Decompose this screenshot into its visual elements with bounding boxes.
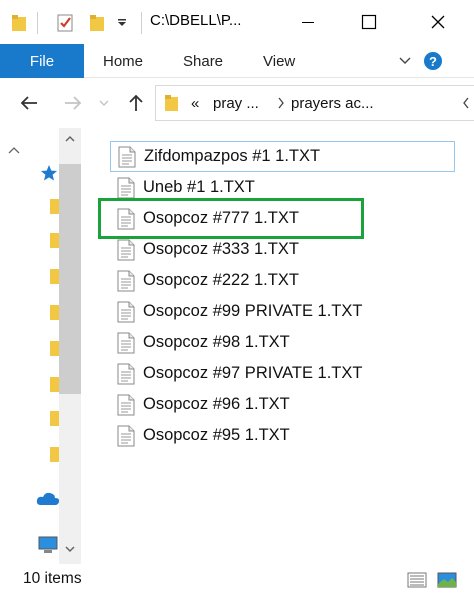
list-item[interactable]: Osopcoz #99 PRIVATE 1.TXT xyxy=(110,296,455,327)
list-item[interactable]: Uneb #1 1.TXT xyxy=(110,172,455,203)
scrollbar-thumb[interactable] xyxy=(59,164,81,394)
list-item[interactable]: Osopcoz #333 1.TXT xyxy=(110,234,455,265)
details-view-icon[interactable] xyxy=(406,570,428,590)
file-name: Osopcoz #98 1.TXT xyxy=(143,333,290,351)
up-arrow-icon[interactable] xyxy=(122,88,150,118)
folder-icon[interactable] xyxy=(50,268,59,289)
svg-text:?: ? xyxy=(429,54,437,69)
this-pc-icon[interactable] xyxy=(38,536,58,559)
text-file-icon xyxy=(117,239,135,260)
file-name: Osopcoz #222 1.TXT xyxy=(143,271,299,289)
text-file-icon xyxy=(117,394,135,415)
text-file-icon xyxy=(117,208,135,229)
title-bar: C:\DBELL\P... xyxy=(0,0,474,44)
chevron-up-icon[interactable] xyxy=(8,142,20,160)
scroll-down-arrow-icon[interactable] xyxy=(59,538,81,560)
maximize-button[interactable] xyxy=(345,0,393,44)
folder-icon[interactable] xyxy=(8,10,30,36)
navigation-pane-scrollbar[interactable] xyxy=(59,128,81,564)
window-title: C:\DBELL\P... xyxy=(150,12,242,29)
new-folder-icon[interactable] xyxy=(86,10,108,36)
list-item[interactable]: Zifdompazpos #1 1.TXT xyxy=(110,141,455,172)
item-count: 10 items xyxy=(23,570,82,587)
folder-icon xyxy=(164,94,180,117)
file-name: Uneb #1 1.TXT xyxy=(143,178,255,196)
navigation-pane xyxy=(0,128,82,564)
address-segment-pray[interactable]: pray ... xyxy=(213,95,259,112)
list-item[interactable]: Osopcoz #98 1.TXT xyxy=(110,327,455,358)
large-icons-view-icon[interactable] xyxy=(436,570,458,590)
folder-icon[interactable] xyxy=(50,304,59,325)
quick-access-star-icon[interactable] xyxy=(40,164,58,187)
text-file-icon xyxy=(117,332,135,353)
text-file-icon xyxy=(117,270,135,291)
text-file-icon xyxy=(117,425,135,446)
help-icon[interactable]: ? xyxy=(418,44,448,78)
expand-ribbon-chevron-icon[interactable] xyxy=(394,44,416,78)
text-file-icon xyxy=(117,301,135,322)
list-item[interactable]: Osopcoz #96 1.TXT xyxy=(110,389,455,420)
file-name: Osopcoz #777 1.TXT xyxy=(143,209,299,227)
file-name: Osopcoz #99 PRIVATE 1.TXT xyxy=(143,302,363,320)
minimize-button[interactable] xyxy=(284,0,332,44)
file-name: Osopcoz #96 1.TXT xyxy=(143,395,290,413)
tab-share[interactable]: Share xyxy=(183,44,223,78)
forward-arrow-icon[interactable] xyxy=(58,88,88,118)
folder-icon[interactable] xyxy=(50,198,59,219)
file-name: Osopcoz #95 1.TXT xyxy=(143,426,290,444)
status-bar: 10 items xyxy=(0,564,474,596)
ribbon: File Home Share View ? xyxy=(0,44,474,78)
text-file-icon xyxy=(117,363,135,384)
file-name: Osopcoz #333 1.TXT xyxy=(143,240,299,258)
separator xyxy=(37,12,38,34)
text-file-icon xyxy=(118,146,136,167)
folder-icon[interactable] xyxy=(50,446,59,467)
folder-icon[interactable] xyxy=(50,232,59,253)
separator xyxy=(141,12,142,34)
tab-home[interactable]: Home xyxy=(103,44,143,78)
list-item[interactable]: Osopcoz #97 PRIVATE 1.TXT xyxy=(110,358,455,389)
customize-toolbar-chevron-icon[interactable] xyxy=(112,10,132,36)
address-bar[interactable]: « pray ... prayers ac... xyxy=(155,85,474,121)
chevron-right-icon[interactable] xyxy=(277,96,285,114)
folder-icon[interactable] xyxy=(50,340,59,361)
address-segment-prayers[interactable]: prayers ac... xyxy=(291,95,374,112)
address-overflow[interactable]: « xyxy=(191,95,199,112)
file-name: Zifdompazpos #1 1.TXT xyxy=(144,147,321,165)
file-name: Osopcoz #97 PRIVATE 1.TXT xyxy=(143,364,363,382)
scroll-up-arrow-icon[interactable] xyxy=(59,128,81,150)
recent-locations-chevron-icon[interactable] xyxy=(95,88,113,118)
onedrive-cloud-icon[interactable] xyxy=(36,492,60,511)
folder-icon[interactable] xyxy=(50,376,59,397)
list-item[interactable]: Osopcoz #95 1.TXT xyxy=(110,420,455,451)
properties-icon[interactable] xyxy=(52,10,78,36)
address-scroll-chevron-icon[interactable] xyxy=(462,96,470,114)
close-button[interactable] xyxy=(414,0,462,44)
file-list: Zifdompazpos #1 1.TXT Uneb #1 1.TXT Osop… xyxy=(82,128,474,564)
file-tab[interactable]: File xyxy=(0,44,84,78)
list-item[interactable]: Osopcoz #777 1.TXT xyxy=(110,203,455,234)
back-arrow-icon[interactable] xyxy=(14,88,44,118)
folder-icon[interactable] xyxy=(50,410,59,431)
text-file-icon xyxy=(117,177,135,198)
tab-view[interactable]: View xyxy=(263,44,295,78)
list-item[interactable]: Osopcoz #222 1.TXT xyxy=(110,265,455,296)
